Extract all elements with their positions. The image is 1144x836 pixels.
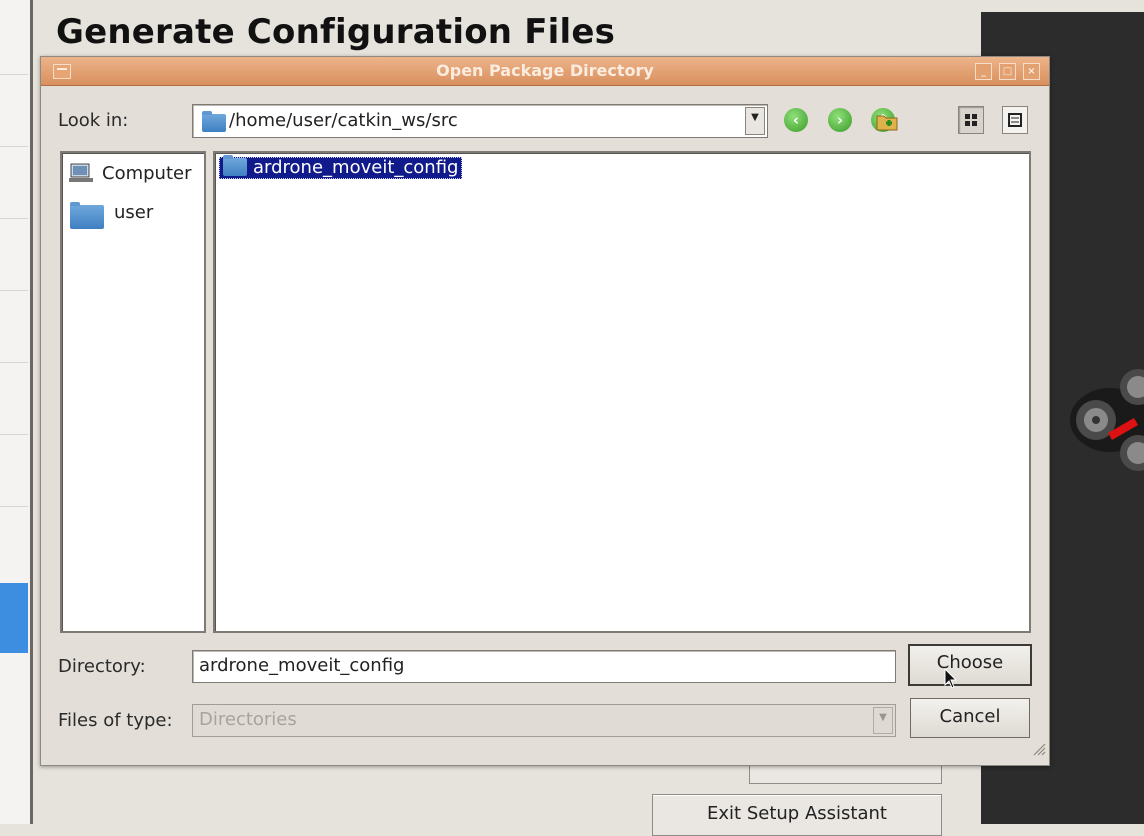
nav-separator — [0, 74, 28, 75]
chevron-down-icon: ▼ — [873, 707, 893, 734]
maximize-icon[interactable]: □ — [999, 63, 1016, 80]
exit-setup-assistant-button[interactable]: Exit Setup Assistant — [652, 794, 942, 836]
nav-separator — [0, 506, 28, 507]
left-navigation-pane — [0, 0, 31, 824]
files-of-type-label: Files of type: — [58, 710, 173, 731]
forward-icon[interactable]: › — [828, 108, 852, 132]
nav-separator — [0, 218, 28, 219]
mouse-cursor-icon — [944, 668, 958, 689]
resize-grip-icon[interactable] — [1032, 742, 1046, 756]
drone-model-icon — [1070, 369, 1144, 471]
folder-icon — [223, 155, 247, 176]
dialog-title: Open Package Directory — [436, 61, 654, 80]
sidebar-item-user[interactable]: user — [114, 202, 153, 223]
files-of-type-select: Directories ▼ — [192, 704, 896, 737]
directory-field[interactable]: ardrone_moveit_config — [192, 650, 896, 683]
nav-separator — [0, 362, 28, 363]
folder-icon — [70, 202, 104, 229]
look-in-path: /home/user/catkin_ws/src — [229, 110, 458, 131]
nav-item-selected[interactable] — [0, 583, 28, 653]
nav-separator — [0, 290, 28, 291]
choose-button[interactable]: Choose — [908, 644, 1032, 686]
page-title: Generate Configuration Files — [56, 12, 616, 52]
computer-icon — [69, 163, 93, 182]
pane-divider — [30, 0, 33, 824]
directory-label: Directory: — [58, 656, 146, 677]
list-item[interactable]: ardrone_moveit_config — [219, 155, 463, 179]
nav-separator — [0, 146, 28, 147]
close-icon[interactable]: × — [1023, 63, 1040, 80]
minimize-icon[interactable]: _ — [975, 63, 992, 80]
sidebar-item-computer[interactable]: Computer — [102, 163, 191, 184]
chevron-down-icon[interactable]: ▼ — [745, 107, 765, 135]
places-sidebar[interactable]: Computer user — [60, 151, 206, 633]
look-in-combo[interactable]: /home/user/catkin_ws/src ▼ — [192, 104, 768, 138]
files-of-type-value: Directories — [199, 709, 297, 730]
dialog-titlebar[interactable]: Open Package Directory _ □ × — [41, 57, 1049, 86]
folder-icon — [202, 111, 226, 132]
cancel-button[interactable]: Cancel — [910, 698, 1030, 738]
nav-separator — [0, 434, 28, 435]
list-view-icon[interactable] — [1002, 106, 1028, 134]
back-icon[interactable]: ‹ — [784, 108, 808, 132]
look-in-label: Look in: — [58, 110, 129, 131]
new-folder-icon[interactable] — [875, 110, 899, 132]
detail-view-icon[interactable] — [958, 106, 984, 134]
file-name: ardrone_moveit_config — [253, 157, 459, 178]
file-list[interactable]: ardrone_moveit_config — [213, 151, 1031, 633]
